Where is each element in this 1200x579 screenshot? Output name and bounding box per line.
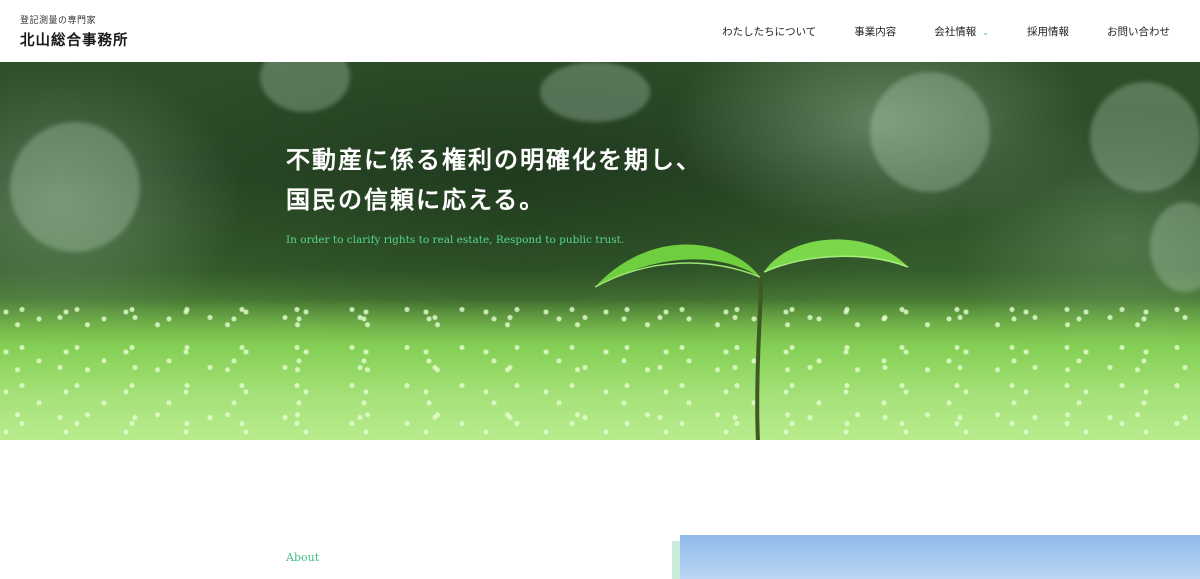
- brand-logo[interactable]: 登記測量の専門家 北山総合事務所: [20, 13, 129, 50]
- about-photo: [680, 535, 1200, 579]
- nav-item-label: お問い合わせ: [1107, 25, 1170, 38]
- bokeh-light: [540, 62, 650, 122]
- nav-item-contact[interactable]: お問い合わせ: [1107, 24, 1170, 39]
- nav-item-recruitment[interactable]: 採用情報: [1027, 24, 1069, 39]
- chevron-down-icon: ⌄: [982, 27, 989, 37]
- nav-item-about-us[interactable]: わたしたちについて: [722, 24, 816, 39]
- nav-item-label: わたしたちについて: [722, 25, 817, 38]
- bokeh-light: [1090, 82, 1200, 192]
- nav-item-label: 採用情報: [1027, 25, 1069, 38]
- main-nav: わたしたちについて 事業内容 会社情報 ⌄ 採用情報 お問い合わせ: [684, 0, 1170, 62]
- nav-item-services[interactable]: 事業内容: [854, 24, 896, 39]
- brand-name: 北山総合事務所: [20, 32, 129, 49]
- hero-section: 不動産に係る権利の明確化を期し、 国民の信頼に応える。 In order to …: [0, 62, 1200, 440]
- hero-title: 不動産に係る権利の明確化を期し、 国民の信頼に応える。: [286, 140, 702, 220]
- nav-item-company-info[interactable]: 会社情報 ⌄: [934, 24, 989, 39]
- about-heading-cropped: [286, 571, 396, 579]
- nav-item-label: 事業内容: [854, 25, 897, 38]
- site-header: 登記測量の専門家 北山総合事務所 わたしたちについて 事業内容 会社情報 ⌄ 採…: [0, 0, 1200, 62]
- hero-title-line: 国民の信頼に応える。: [286, 185, 546, 214]
- sprout-image: [594, 239, 909, 440]
- nav-item-label: 会社情報: [934, 25, 977, 38]
- bokeh-light: [10, 122, 140, 252]
- bokeh-light: [870, 72, 990, 192]
- hero-subtitle: In order to clarify rights to real estat…: [286, 234, 625, 246]
- hero-title-line: 不動産に係る権利の明確化を期し、: [286, 145, 702, 174]
- about-section-label: About: [286, 551, 320, 564]
- brand-tagline: 登記測量の専門家: [20, 16, 97, 26]
